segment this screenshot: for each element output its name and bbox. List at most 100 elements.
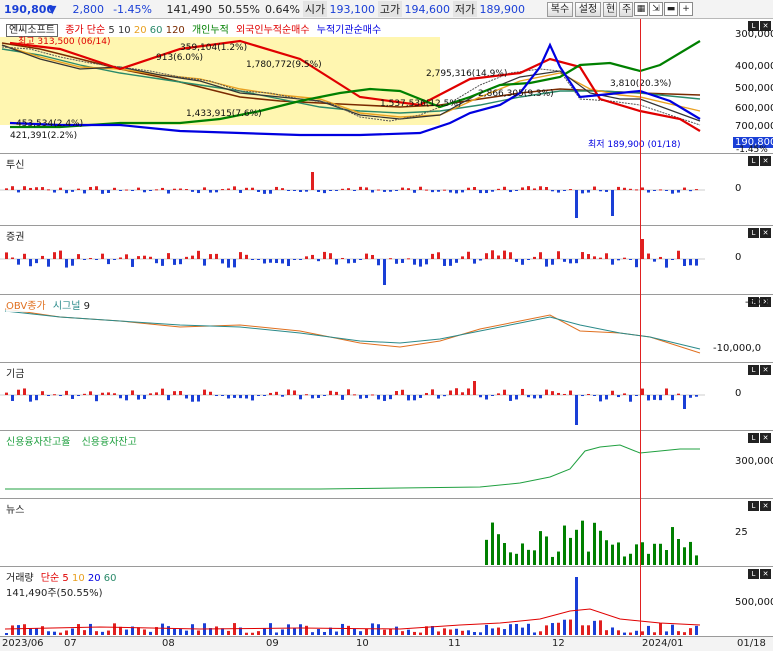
credit-pane[interactable]: 신용융자잔고율 신용융자잔고 L ✕ 300,000 xyxy=(0,431,773,499)
volume-bar xyxy=(443,628,446,635)
bar xyxy=(539,186,542,190)
high-value: 194,600 xyxy=(404,2,451,16)
copy-button[interactable]: 복수 xyxy=(547,1,573,17)
news-bar xyxy=(503,543,506,565)
volume-bar xyxy=(449,629,452,635)
bar xyxy=(293,390,296,395)
volume-bar xyxy=(161,623,164,635)
annotation-11: 421,391(2.2%) xyxy=(10,131,78,141)
credit-tick: 300,000 xyxy=(735,456,773,467)
bar xyxy=(659,395,662,401)
volume-bar xyxy=(407,629,410,635)
volume-bar xyxy=(653,632,656,635)
volume-bar xyxy=(53,631,56,635)
securities-pane[interactable]: 증권 L ✕ 0 xyxy=(0,226,773,295)
bar xyxy=(155,189,158,191)
bar xyxy=(413,395,416,401)
volume-bar xyxy=(491,628,494,635)
bar xyxy=(95,259,98,260)
volume-bar xyxy=(95,631,98,635)
x-label-01-18: 01/18 xyxy=(737,638,766,649)
bar xyxy=(551,259,554,265)
obv-tick-bottom: -10,000,0 xyxy=(713,343,762,354)
volume-bar xyxy=(185,630,188,635)
bar xyxy=(473,259,476,264)
bar xyxy=(317,190,320,192)
volume-bar xyxy=(263,628,266,635)
bar xyxy=(461,256,464,259)
bar xyxy=(185,256,188,259)
volume-ma10: 10 xyxy=(71,573,85,584)
bar xyxy=(683,395,686,409)
bar xyxy=(641,388,644,395)
news-bar xyxy=(617,542,620,565)
bar xyxy=(581,252,584,259)
bar xyxy=(401,389,404,395)
volume-bar xyxy=(467,630,470,635)
bar xyxy=(389,395,392,400)
settings-button[interactable]: 설정 xyxy=(575,1,601,17)
pane-label-securities: 증권 xyxy=(6,232,25,243)
investment-trust-pane[interactable]: 투신 L ✕ 0 xyxy=(0,154,773,226)
volume-bar xyxy=(527,623,530,635)
bar xyxy=(185,395,188,399)
fund-zero: 0 xyxy=(735,388,742,399)
volume-bar xyxy=(5,633,8,635)
bar xyxy=(59,250,62,259)
volume-bar xyxy=(533,632,536,635)
bar xyxy=(479,190,482,194)
bar xyxy=(263,395,266,396)
news-bar xyxy=(641,542,644,565)
volume-bar xyxy=(59,632,62,635)
bar xyxy=(53,394,56,396)
news-pane[interactable]: 뉴스 L ✕ 25 xyxy=(0,499,773,567)
minimize-icon[interactable]: ▬ xyxy=(664,2,678,16)
volume-bar xyxy=(101,631,104,635)
current-button[interactable]: 현 xyxy=(603,1,617,17)
split-icon[interactable]: ⇲ xyxy=(649,2,663,16)
bar xyxy=(137,187,140,190)
bar xyxy=(47,259,50,267)
fund-pane[interactable]: 기금 L ✕ 0 xyxy=(0,363,773,431)
volume-bar xyxy=(659,623,662,635)
volume-bar xyxy=(521,627,524,635)
add-icon[interactable]: + xyxy=(679,2,693,16)
bar xyxy=(647,190,650,193)
bar xyxy=(209,391,212,395)
bar xyxy=(269,259,272,263)
news-bar xyxy=(491,522,494,565)
volume-bar xyxy=(641,631,644,635)
bar xyxy=(287,190,290,191)
bar xyxy=(455,190,458,194)
fund-bars xyxy=(0,381,705,425)
bar xyxy=(17,389,20,395)
volume-bar xyxy=(635,630,638,635)
bar xyxy=(11,186,14,190)
volume-bar xyxy=(485,624,488,635)
volume-value: 141,490 xyxy=(166,2,213,16)
bar xyxy=(509,395,512,401)
bar xyxy=(617,259,620,261)
x-label-08: 08 xyxy=(162,638,175,649)
annotation-10: 453,534(2.4%) xyxy=(16,119,84,129)
news-bar xyxy=(689,541,692,565)
news-bar xyxy=(521,543,524,565)
bar xyxy=(491,395,494,396)
price-pane[interactable]: 엔씨소프트 종가 단순 5 10 20 60 120 개인누적 외국인누적순매수… xyxy=(0,19,773,155)
bar xyxy=(539,252,542,259)
obv-pane[interactable]: OBV종가 시그널 9 L ✕ -500 -10,000,0 xyxy=(0,295,773,363)
bar xyxy=(245,254,248,259)
bar xyxy=(161,187,164,190)
week-button[interactable]: 주 xyxy=(619,1,633,17)
annotation-8: 1,433,915(7.6%) xyxy=(186,109,262,119)
obv-signal-label: 시그널 xyxy=(52,301,81,312)
grid-icon[interactable]: ▦ xyxy=(634,2,648,16)
y-tick-500000: 500,000 xyxy=(735,83,773,94)
volume-pane[interactable]: 거래량 단순 5 10 20 60 141,490주(50.55%) L ✕ 50… xyxy=(0,567,773,637)
high-label: 고가 xyxy=(378,1,402,17)
bar xyxy=(35,395,38,401)
bar xyxy=(455,388,458,395)
bar xyxy=(101,190,104,194)
obv-label: OBV종가 xyxy=(6,301,46,312)
bar xyxy=(575,395,578,425)
